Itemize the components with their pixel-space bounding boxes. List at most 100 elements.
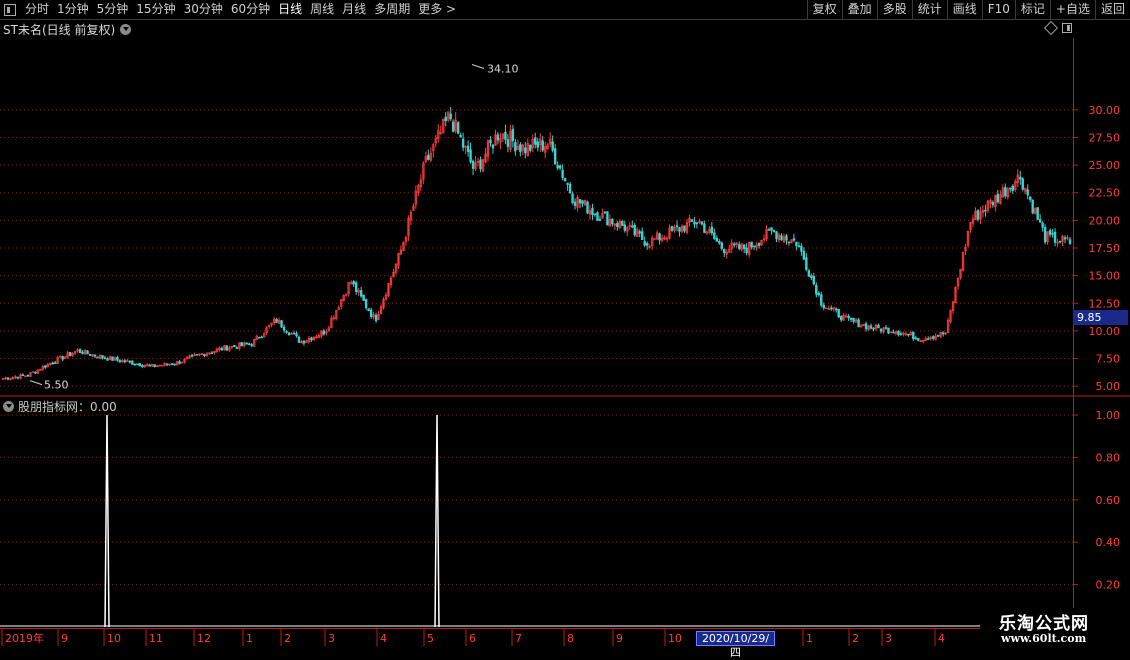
candle-body <box>61 356 64 360</box>
watermark-title: 乐淘公式网 <box>999 614 1089 634</box>
candle-body <box>1063 237 1067 240</box>
candle-body <box>93 354 97 357</box>
candle-body <box>561 169 564 178</box>
candle-body <box>695 222 699 225</box>
candle-body <box>225 345 229 351</box>
candle-body <box>190 355 194 357</box>
high-price-label: 34.10 <box>487 63 519 76</box>
candle-body <box>364 299 368 308</box>
candle-body <box>116 357 119 361</box>
candle-body <box>1036 207 1039 220</box>
time-tick-label: 9 <box>616 632 623 645</box>
candle-body <box>257 336 261 339</box>
candle-body <box>700 221 704 225</box>
candle-body <box>128 361 132 363</box>
candle-body <box>643 241 646 246</box>
crosshair-date-label: 2020/10/29/四 <box>696 631 775 659</box>
time-tick-label: 2019年 <box>5 631 44 645</box>
candle-body <box>427 154 430 160</box>
time-tick-label: 3 <box>328 632 335 645</box>
candle-body <box>136 363 139 366</box>
candle-body <box>1021 178 1024 190</box>
candle-body <box>541 140 544 151</box>
candle-body <box>678 227 681 232</box>
candle-body <box>598 219 602 221</box>
candle-body <box>606 211 609 226</box>
candle-body <box>1026 189 1029 196</box>
candle-body <box>713 232 716 239</box>
candle-body <box>857 319 860 328</box>
candle-body <box>927 338 930 340</box>
time-tick-label: 1 <box>246 632 253 645</box>
candle-body <box>805 257 808 270</box>
candle-body <box>563 177 567 181</box>
candle-body <box>16 376 20 379</box>
candle-body <box>285 331 288 333</box>
candle-body <box>96 356 99 359</box>
candle-body <box>914 337 917 340</box>
candle-body <box>461 138 465 148</box>
candle-body <box>511 128 515 142</box>
candle-body <box>260 336 263 339</box>
price-tick-label: 25.00 <box>1089 159 1121 172</box>
candle-body <box>623 224 626 231</box>
candle-body <box>553 148 557 165</box>
candle-body <box>123 360 127 363</box>
candle-body <box>81 351 84 355</box>
candle-body <box>469 149 472 163</box>
candle-body <box>352 281 355 285</box>
candle-body <box>658 233 661 241</box>
candle-body <box>780 235 783 241</box>
candle-body <box>703 223 706 233</box>
candle-body <box>444 116 447 121</box>
candle-body <box>591 207 594 215</box>
low-marker-line <box>29 380 43 386</box>
candle-body <box>514 141 517 152</box>
candle-body <box>245 342 248 345</box>
candle-body <box>148 364 151 367</box>
candle-body <box>715 237 719 242</box>
candle-body <box>1019 176 1022 180</box>
candle-body <box>1051 232 1054 235</box>
indicator-tick-label: 0.60 <box>1096 494 1121 507</box>
chevron-down-icon[interactable] <box>3 400 14 412</box>
price-tick-label: 10.00 <box>1089 325 1121 338</box>
candle-body <box>839 316 843 321</box>
candle-body <box>551 141 554 151</box>
low-price-label: 5.50 <box>44 379 69 392</box>
candle-body <box>631 225 634 228</box>
candle-body <box>884 327 888 329</box>
time-tick-label: 5 <box>427 632 434 645</box>
candle-body <box>596 212 599 221</box>
candle-body <box>504 131 507 140</box>
candle-body <box>354 282 358 292</box>
candle-body <box>479 159 482 170</box>
candle-body <box>830 307 833 310</box>
candle-body <box>240 342 243 346</box>
price-tick-label: 12.50 <box>1089 297 1121 310</box>
candle-body <box>451 121 455 132</box>
candle-body <box>892 331 895 334</box>
high-marker-line <box>471 64 485 70</box>
candle-body <box>1043 227 1047 243</box>
candle-body <box>362 294 365 301</box>
candle-body <box>797 245 801 247</box>
candle-body <box>718 241 721 244</box>
candle-body <box>88 353 92 356</box>
candle-body <box>178 361 181 364</box>
chart-canvas[interactable]: 5.007.5010.0012.5015.0017.5020.0022.5025… <box>0 0 1130 650</box>
time-tick-label: 1 <box>806 632 813 645</box>
candle-body <box>752 245 756 248</box>
candle-body <box>292 332 296 335</box>
candle-body <box>800 245 803 252</box>
candle-body <box>138 363 141 367</box>
price-tick-label: 17.50 <box>1089 242 1121 255</box>
candle-body <box>566 182 569 185</box>
candle-body <box>466 145 470 152</box>
candle-body <box>877 324 880 329</box>
candle-body <box>822 304 825 309</box>
time-tick-label: 6 <box>469 632 476 645</box>
price-tick-label: 22.50 <box>1089 187 1121 200</box>
candle-body <box>820 294 823 306</box>
candle-body <box>248 343 251 346</box>
